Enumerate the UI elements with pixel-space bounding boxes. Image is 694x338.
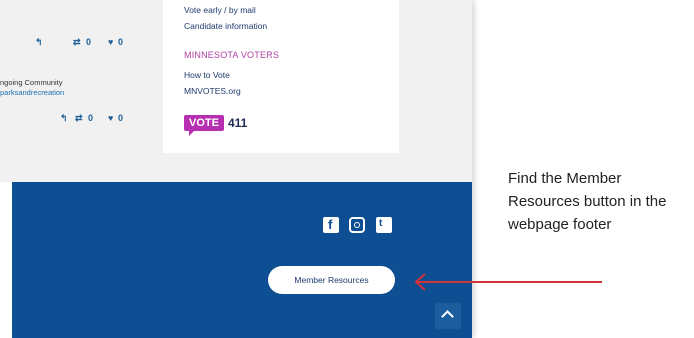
retweet-icon[interactable]: ⇄ <box>75 113 83 124</box>
like-count: 0 <box>118 37 124 47</box>
instagram-icon[interactable] <box>349 217 365 233</box>
reply-icon[interactable]: ↰ <box>60 113 68 124</box>
facebook-icon[interactable]: f <box>323 217 339 233</box>
page-footer: f t Member Resources <box>12 182 472 338</box>
pointer-arrow <box>414 273 602 291</box>
vote-early-link[interactable]: Vote early / by mail <box>184 5 256 15</box>
card-heading: MINNESOTA VOTERS <box>184 50 280 60</box>
chevron-up-icon <box>441 310 454 323</box>
member-resources-button[interactable]: Member Resources <box>268 266 395 294</box>
tweet-actions: ↰ ⇄ 0 ♥ 0 <box>0 37 140 51</box>
vote-badge-tail <box>189 130 195 136</box>
tweet-actions: ↰ ⇄ 0 ♥ 0 <box>0 113 140 127</box>
content-area: ↰ ⇄ 0 ♥ 0 ngoing Community parksandrecre… <box>0 0 472 182</box>
heart-icon[interactable]: ♥ <box>108 113 113 123</box>
tweet-snippet: ngoing Community <box>0 78 63 87</box>
retweet-count: 0 <box>88 113 94 123</box>
vote-number: 411 <box>228 116 248 130</box>
twitter-icon[interactable]: t <box>376 217 392 233</box>
vote-badge: VOTE <box>184 115 224 131</box>
browser-screen: ↰ ⇄ 0 ♥ 0 ngoing Community parksandrecre… <box>0 0 472 338</box>
candidate-info-link[interactable]: Candidate information <box>184 21 267 31</box>
back-to-top-button[interactable] <box>435 303 461 329</box>
heart-icon[interactable]: ♥ <box>108 37 113 47</box>
mnvotes-link[interactable]: MNVOTES.org <box>184 86 241 96</box>
reply-icon[interactable]: ↰ <box>35 37 43 48</box>
retweet-icon[interactable]: ⇄ <box>73 37 81 48</box>
retweet-count: 0 <box>86 37 92 47</box>
like-count: 0 <box>118 113 124 123</box>
voter-info-card: Vote early / by mail Candidate informati… <box>163 0 399 153</box>
tweet-link[interactable]: parksandrecreation <box>0 88 150 98</box>
tweet-text: ngoing Community parksandrecreation <box>0 78 150 98</box>
instruction-text: Find the Member Resources button in the … <box>508 170 667 233</box>
how-to-vote-link[interactable]: How to Vote <box>184 70 230 80</box>
